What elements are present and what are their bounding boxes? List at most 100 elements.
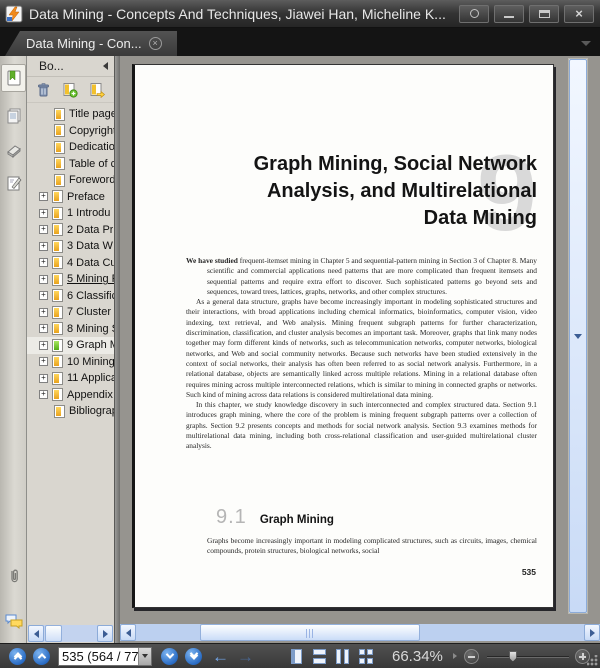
document-tab[interactable]: Data Mining - Con... × (5, 31, 177, 56)
comments-icon (5, 614, 22, 630)
bookmark-item[interactable]: +10 Mining (27, 354, 114, 371)
expand-toggle[interactable]: + (39, 357, 48, 367)
bookmark-item[interactable]: Copyright (27, 123, 114, 140)
page-number-input[interactable]: 535 (564 / 77 (58, 646, 152, 666)
zoom-out-button[interactable] (463, 648, 479, 664)
tab-close-icon[interactable]: × (148, 37, 162, 50)
scroll-left-button[interactable] (120, 624, 136, 641)
bookmark-item[interactable]: +1 Introdu (27, 205, 114, 222)
bookmark-item[interactable]: +2 Data Pr (27, 222, 114, 239)
eraser-panel-tab[interactable] (1, 136, 26, 164)
bookmark-icon (52, 289, 63, 303)
eraser-icon (6, 145, 21, 159)
status-bar: 535 (564 / 77 ← → 66.34% (0, 643, 600, 668)
scroll-right-button[interactable] (584, 624, 600, 641)
history-forward-button[interactable]: → (237, 648, 254, 665)
expand-toggle[interactable]: + (39, 373, 48, 383)
bookmark-item[interactable]: +9 Graph M (27, 337, 114, 354)
slider-thumb[interactable] (508, 650, 517, 662)
expand-toggle[interactable]: + (39, 192, 48, 202)
tab-list-dropdown-icon[interactable] (581, 41, 591, 46)
close-button[interactable]: × (564, 4, 594, 23)
first-page-button[interactable] (9, 647, 26, 665)
bookmark-item[interactable]: + Appendix (27, 387, 114, 404)
zoom-slider[interactable] (486, 649, 569, 664)
scroll-left-button[interactable] (28, 625, 44, 642)
vertical-scrollbar[interactable] (568, 58, 588, 614)
expand-toggle[interactable]: + (39, 324, 48, 334)
bookmark-item[interactable]: +11 Applica (27, 370, 114, 387)
bookmark-icon (52, 355, 63, 369)
add-bookmark-button[interactable] (62, 82, 78, 98)
continuous-view-button[interactable] (311, 648, 328, 665)
bookmark-item[interactable]: Dedication (27, 139, 114, 156)
tab-bar: Data Mining - Con... × (0, 28, 600, 56)
square-icon (359, 648, 365, 655)
bookmark-item[interactable]: +7 Cluster (27, 304, 114, 321)
expand-toggle[interactable]: + (39, 390, 48, 400)
bookmark-icon (54, 107, 65, 121)
history-back-button[interactable]: ← (212, 648, 229, 665)
bookmarks-panel-tab[interactable] (1, 64, 26, 92)
next-page-button[interactable] (161, 647, 178, 665)
comments-panel-tab[interactable] (1, 607, 26, 635)
expand-toggle[interactable]: + (39, 340, 48, 350)
expand-toggle[interactable]: + (39, 307, 48, 317)
bookmark-item[interactable]: Foreword (27, 172, 114, 189)
paragraph-text: In this chapter, we study knowledge disc… (186, 400, 537, 451)
bookmark-item[interactable]: +4 Data Cu (27, 255, 114, 272)
slider-track (486, 655, 569, 658)
collapse-sidebar-icon[interactable] (103, 62, 108, 70)
add-child-bookmark-button[interactable] (89, 82, 105, 98)
section-title: Graph Mining (259, 514, 334, 526)
thumbnails-view-button[interactable] (357, 648, 374, 665)
scroll-down-button[interactable] (569, 59, 587, 613)
maximize-button[interactable] (529, 4, 559, 23)
bookmark-icon (52, 305, 63, 319)
sidebar-horizontal-scrollbar[interactable] (28, 625, 113, 642)
single-page-view-button[interactable] (288, 648, 305, 665)
minimize-icon (504, 15, 514, 18)
scroll-right-button[interactable] (97, 625, 113, 642)
expand-toggle[interactable]: + (39, 208, 48, 218)
bookmark-item[interactable]: Title page (27, 106, 114, 123)
expand-toggle[interactable]: + (39, 258, 48, 268)
title-bar: Data Mining - Concepts And Techniques, J… (0, 0, 600, 28)
expand-toggle[interactable]: + (39, 291, 48, 301)
bookmark-item[interactable]: + Preface (27, 189, 114, 206)
delete-bookmark-button[interactable] (36, 82, 51, 98)
bookmark-label: 11 Applica (67, 372, 114, 385)
expand-toggle[interactable]: + (39, 274, 48, 284)
facing-pages-view-button[interactable] (334, 648, 351, 665)
expand-toggle[interactable]: + (39, 241, 48, 251)
page-dropdown-button[interactable] (138, 647, 151, 665)
square-icon (367, 648, 373, 655)
scrollbar-thumb[interactable] (200, 624, 420, 641)
bar-icon (344, 648, 349, 664)
previous-page-button[interactable] (33, 647, 50, 665)
session-button[interactable] (459, 4, 489, 23)
bookmark-item[interactable]: Bibliograp (27, 403, 114, 420)
minimize-button[interactable] (494, 4, 524, 23)
thumb-grip (306, 629, 314, 638)
resize-grip[interactable] (587, 655, 598, 666)
bookmark-item[interactable]: +5 Mining F (27, 271, 114, 288)
annotations-panel-tab[interactable] (1, 169, 26, 197)
bookmark-item[interactable]: +6 Classific (27, 288, 114, 305)
page-edge-icon (291, 648, 295, 664)
page-number: 535 (521, 567, 536, 577)
horizontal-scrollbar[interactable] (120, 624, 600, 641)
scrollbar-thumb[interactable] (45, 625, 62, 642)
right-arrow-icon (102, 629, 108, 638)
zoom-presets-icon[interactable] (452, 653, 457, 659)
bookmark-icon (54, 404, 65, 418)
expand-toggle[interactable]: + (39, 225, 48, 235)
pages-panel-tab[interactable] (1, 102, 26, 130)
bookmark-item[interactable]: +8 Mining S (27, 321, 114, 338)
last-page-button[interactable] (185, 647, 202, 665)
bookmark-label: Preface (67, 190, 105, 203)
attachments-panel-tab[interactable] (1, 563, 26, 591)
bookmark-icon (52, 388, 63, 402)
bookmark-item[interactable]: +3 Data W (27, 238, 114, 255)
bookmark-item[interactable]: Table of c (27, 156, 114, 173)
